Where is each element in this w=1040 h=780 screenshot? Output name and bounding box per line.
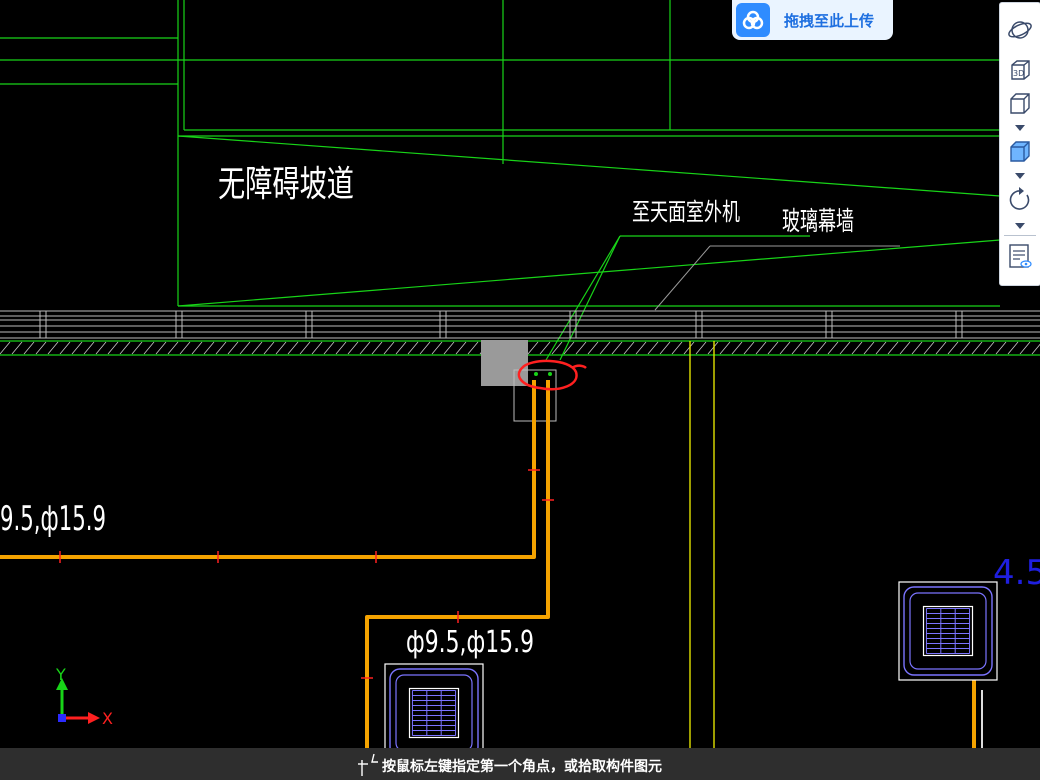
pipe-label-left: 9.5,ф15.9 [0,499,106,539]
view-3d-icon[interactable]: 3D [1004,55,1036,85]
ramp-label: 无障碍坡道 [218,164,354,205]
cursor-icon [358,753,378,776]
rotate-icon[interactable] [1004,185,1036,215]
layer-display-icon[interactable] [1004,241,1036,271]
rotate-dropdown-icon[interactable] [1012,221,1028,231]
solid-view-dropdown-icon[interactable] [1012,171,1028,181]
view-3d-text: 3D [1013,69,1024,78]
upload-label: 拖拽至此上传 [784,11,875,30]
axis-y-label: Y [55,665,66,684]
toolbar-divider [1004,235,1036,236]
cloud-upload-icon [736,3,770,37]
cube-view-dropdown-icon[interactable] [1012,123,1028,133]
orbit-view-icon[interactable] [1004,15,1036,45]
view-toolbar: 3D [999,2,1040,286]
cad-canvas[interactable]: 无障碍坡道 至天面室外机 玻璃幕墙 9.5,ф15.9 ф9.5,ф15.9 4… [0,0,1040,780]
curtain-wall-label: 玻璃幕墙 [782,207,854,237]
outdoor-unit-label: 至天面室外机 [632,198,740,226]
upload-dropzone[interactable]: 拖拽至此上传 [732,0,893,40]
dimension-label: 4.5 [993,553,1040,593]
axis-x-label: X [102,709,113,728]
command-prompt: 按鼠标左键指定第一个角点，或拾取构件图元 [382,759,662,775]
cube-view-icon[interactable] [1004,89,1036,119]
pipe-label-bottom: ф9.5,ф15.9 [406,625,534,660]
command-status-bar: 按鼠标左键指定第一个角点，或拾取构件图元 [0,748,1040,780]
cube-solid-view-icon[interactable] [1004,137,1036,167]
